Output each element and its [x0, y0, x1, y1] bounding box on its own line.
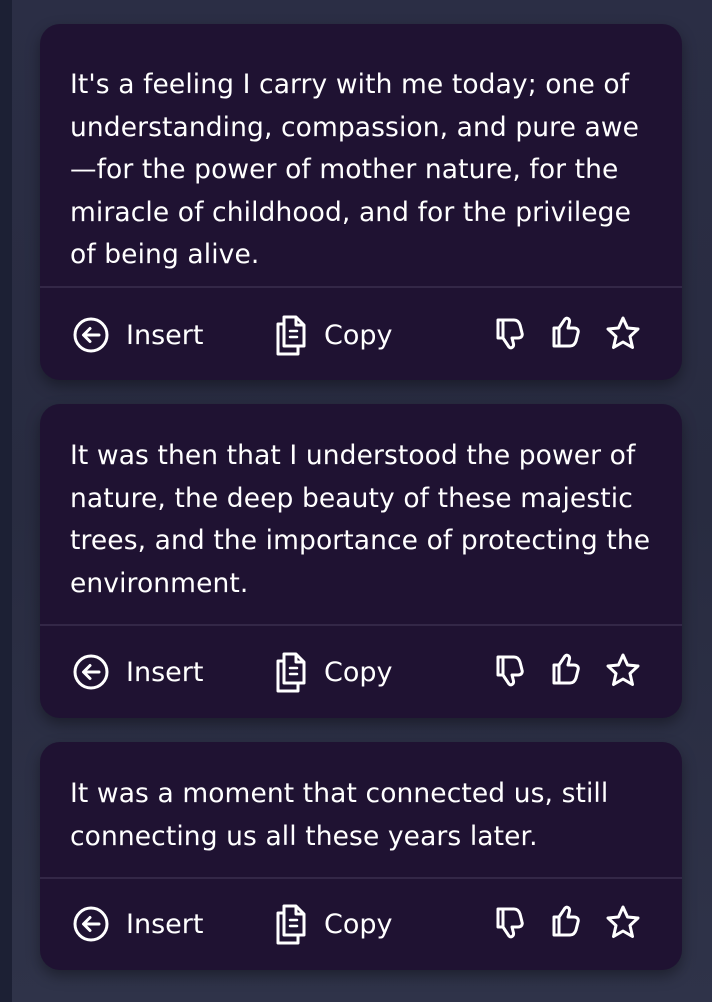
like-button[interactable] [548, 316, 584, 354]
thumbs-down-icon [494, 316, 526, 354]
copy-documents-icon [270, 902, 310, 946]
arrow-left-circle-icon [72, 653, 110, 691]
thumbs-up-icon [550, 316, 582, 354]
favorite-button[interactable] [605, 653, 641, 691]
copy-documents-icon [270, 650, 310, 694]
left-panel-edge [0, 0, 12, 1002]
favorite-button[interactable] [605, 316, 641, 354]
dislike-button[interactable] [492, 654, 528, 690]
suggestion-text: It was then that I understood the power … [70, 440, 651, 599]
card-divider [40, 624, 682, 626]
arrow-left-circle-icon [72, 316, 110, 354]
insert-label: Insert [126, 908, 204, 940]
dislike-button[interactable] [492, 317, 528, 353]
insert-label: Insert [126, 319, 204, 351]
suggestion-card: It was a moment that connected us, still… [40, 742, 682, 970]
star-icon [605, 653, 641, 691]
thumbs-down-icon [494, 905, 526, 943]
copy-label: Copy [324, 319, 393, 351]
suggestion-text: It was a moment that connected us, still… [70, 778, 609, 852]
copy-button[interactable]: Copy [270, 313, 393, 357]
insert-label: Insert [126, 656, 204, 688]
copy-label: Copy [324, 908, 393, 940]
insert-button[interactable]: Insert [72, 315, 203, 355]
card-divider [40, 877, 682, 879]
copy-button[interactable]: Copy [270, 902, 393, 946]
insert-button[interactable]: Insert [72, 652, 203, 692]
thumbs-up-icon [550, 653, 582, 691]
card-actions: Insert Copy [40, 650, 682, 694]
star-icon [605, 316, 641, 354]
thumbs-down-icon [494, 653, 526, 691]
insert-button[interactable]: Insert [72, 904, 203, 944]
dislike-button[interactable] [492, 906, 528, 942]
card-divider [40, 286, 682, 288]
star-icon [605, 905, 641, 943]
suggestion-text: It's a feeling I carry with me today; on… [70, 69, 640, 270]
arrow-left-circle-icon [72, 905, 110, 943]
like-button[interactable] [548, 653, 584, 691]
favorite-button[interactable] [605, 905, 641, 943]
like-button[interactable] [548, 905, 584, 943]
card-actions: Insert Copy [40, 313, 682, 357]
suggestion-card: It's a feeling I carry with me today; on… [40, 24, 682, 380]
copy-button[interactable]: Copy [270, 650, 393, 694]
copy-label: Copy [324, 656, 393, 688]
copy-documents-icon [270, 313, 310, 357]
suggestion-card: It was then that I understood the power … [40, 404, 682, 718]
card-actions: Insert Copy [40, 902, 682, 946]
thumbs-up-icon [550, 905, 582, 943]
